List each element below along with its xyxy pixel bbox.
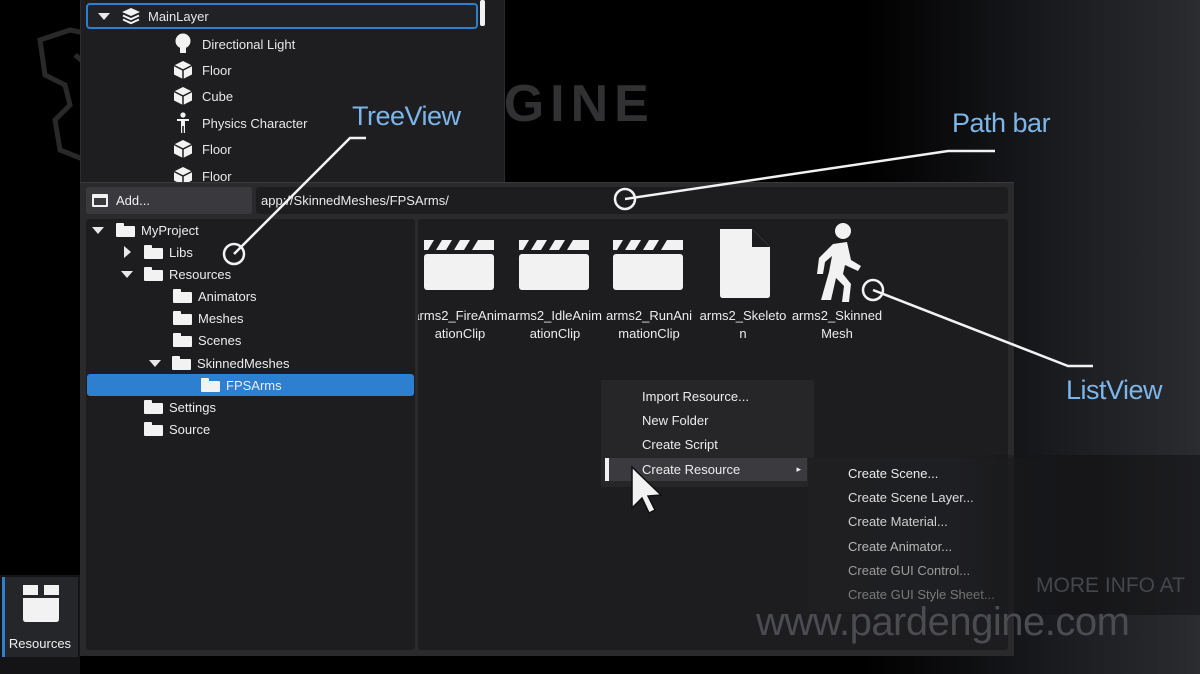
scene-item-floor[interactable]: Floor [172,57,232,83]
tree-item-label: Meshes [198,310,244,326]
submenu-item-create-scene[interactable]: Create Scene... [848,466,938,481]
folder-icon [144,400,163,414]
scene-item-mainlayer[interactable]: MainLayer [86,3,478,29]
document-icon [720,229,770,298]
tree-item-animators[interactable]: Animators [173,285,257,307]
cube-icon [172,59,194,81]
list-item-label: arms2_Skinned [791,308,883,323]
clapperboard-icon [519,240,589,290]
clapperboard-icon [613,240,683,290]
tree-item-label: Resources [169,266,232,282]
tree-item-scenes[interactable]: Scenes [173,329,241,351]
folder-icon [144,267,163,281]
resources-dock-label: Resources [8,636,72,651]
tree-item-label: Animators [198,288,257,304]
tree-item-meshes[interactable]: Meshes [173,307,244,329]
menu-item-import-resource[interactable]: Import Resource... [601,385,814,408]
person-icon [172,112,194,134]
submenu-item-create-material[interactable]: Create Material... [848,514,948,529]
menu-item-create-resource[interactable]: Create Resource ▸ [605,458,807,481]
walking-person-icon [817,223,861,302]
list-item-label: ationClip [434,326,486,341]
add-button[interactable]: Add... [86,187,252,214]
list-item-run-anim-clip[interactable]: arms2_RunAni mationClip [603,219,695,349]
add-button-label: Add... [116,193,150,208]
list-item-label: n [739,326,747,341]
list-item-label: arms2_RunAni [606,308,692,323]
callout-listview: ListView [1066,375,1163,405]
window-icon [92,194,108,207]
list-item-label: ationClip [529,326,581,341]
folder-icon [116,223,135,237]
tree-item-label: MyProject [141,222,199,238]
callout-pathbar: Path bar [952,108,1051,138]
scene-item-floor[interactable]: Floor [172,136,232,162]
scene-item-label: MainLayer [148,8,209,24]
tree-item-label: Settings [169,399,216,415]
list-item-skinned-mesh[interactable]: arms2_Skinned Mesh [791,219,883,349]
menu-item-new-folder[interactable]: New Folder [601,409,814,432]
scene-item-label: Floor [202,141,232,157]
layers-icon [120,5,142,27]
tree-item-skinnedmeshes[interactable]: SkinnedMeshes [148,352,290,374]
list-item-label: arms2_FireAnim [418,308,508,323]
expand-arrow-icon[interactable] [88,12,120,20]
folder-icon [144,245,163,259]
scene-item-label: Physics Character [202,115,308,131]
more-info-text: MORE INFO AT [1036,574,1185,597]
submenu-item-create-gui-control[interactable]: Create GUI Control... [848,563,970,578]
list-item-label: arms2_IdleAnim [508,308,602,323]
expand-arrow-icon[interactable] [120,270,134,278]
folder-icon [144,422,163,436]
scene-item-directional-light[interactable]: Directional Light [172,31,295,57]
list-item-idle-anim-clip[interactable]: arms2_IdleAnim ationClip [508,219,602,349]
tree-item-libs[interactable]: Libs [120,241,193,263]
cube-icon [172,138,194,160]
scene-scrollbar[interactable] [480,0,485,26]
tree-item-resources[interactable]: Resources [120,263,231,285]
box-icon [23,585,59,622]
path-text: app://SkinnedMeshes/FPSArms/ [261,193,449,208]
menu-item-label: Create Resource [642,462,741,477]
menu-item-create-script[interactable]: Create Script [601,433,814,456]
tree-item-settings[interactable]: Settings [144,396,216,418]
list-item-label: Mesh [821,326,853,341]
scene-item-floor[interactable]: Floor [172,163,232,182]
submenu-item-create-animator[interactable]: Create Animator... [848,539,952,554]
tree-item-label: Libs [169,244,193,260]
tree-item-label: FPSArms [226,377,282,393]
callout-treeview: TreeView [352,101,461,131]
scene-item-label: Directional Light [202,36,296,52]
folder-icon [172,356,191,370]
scene-item-label: Floor [202,169,232,182]
collapsed-arrow-icon[interactable] [120,246,134,258]
scene-item-label: Cube [202,88,234,104]
list-item-label: arms2_Skeleto [699,308,787,323]
website-url[interactable]: www.pardengine.com [756,600,1130,645]
list-item-label: mationClip [618,326,680,341]
tree-item-label: SkinnedMeshes [197,355,290,371]
path-bar[interactable]: app://SkinnedMeshes/FPSArms/ [256,187,1008,214]
tree-item-label: Scenes [198,332,242,348]
submenu-arrow-icon: ▸ [796,464,801,474]
tree-item-myproject[interactable]: MyProject [91,219,199,241]
light-bulb-icon [172,33,194,55]
folder-icon [173,333,192,347]
list-item-skeleton[interactable]: arms2_Skeleton [697,219,789,349]
scene-item-cube[interactable]: Cube [172,83,233,109]
open-folder-icon [201,378,220,392]
scene-item-physics-character[interactable]: Physics Character [172,110,307,136]
folder-icon [173,311,192,325]
scene-item-label: Floor [202,62,232,78]
tree-item-fpsarms[interactable]: FPSArms [87,374,414,396]
cube-icon [172,163,194,182]
tree-item-label: Source [169,421,211,437]
cube-icon [172,85,194,107]
expand-arrow-icon[interactable] [91,226,105,234]
expand-arrow-icon[interactable] [148,359,162,367]
list-item-fire-anim-clip[interactable]: arms2_FireAnim ationClip [418,219,508,349]
clapperboard-icon [424,240,494,290]
tree-item-source[interactable]: Source [144,418,210,440]
folder-icon [173,289,192,303]
